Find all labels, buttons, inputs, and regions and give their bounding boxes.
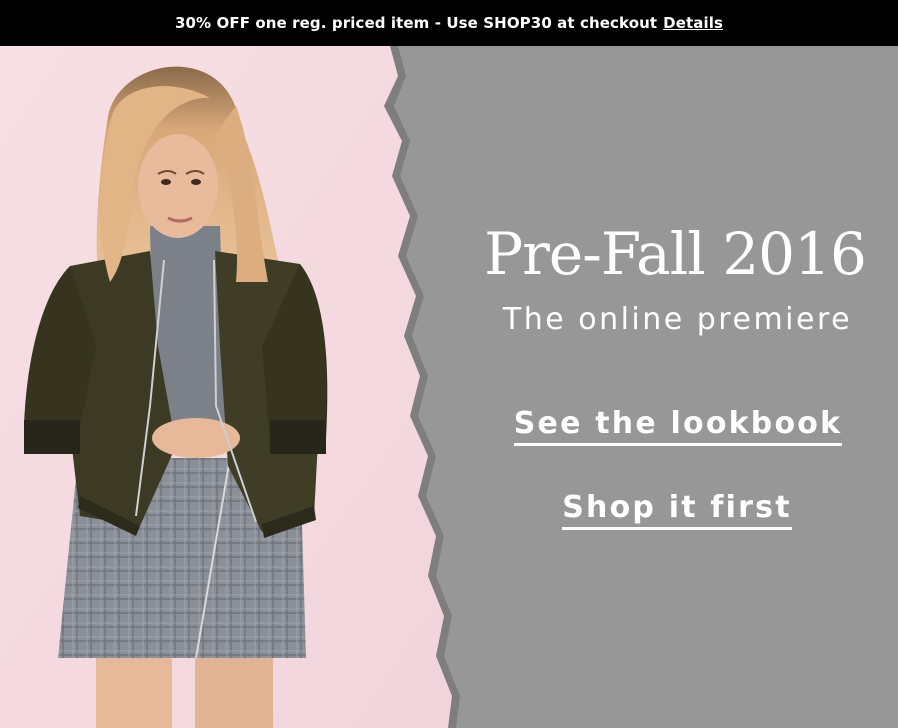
promo-text: 30% OFF one reg. priced item - Use SHOP3… [174,14,658,32]
hero-headline: Pre-Fall 2016 [484,220,867,288]
torn-paper-panel [384,46,898,728]
promo-banner: 30% OFF one reg. priced item - Use SHOP3… [0,0,898,46]
promo-details-link[interactable]: Details [663,14,723,32]
hero-subheadline: The online premiere [502,302,853,337]
see-lookbook-label: See the lookbook [513,406,843,446]
shop-it-first-link[interactable]: Shop it first [540,490,814,530]
see-lookbook-link[interactable]: See the lookbook [490,406,866,446]
shop-it-first-label: Shop it first [562,490,792,530]
hero-banner[interactable]: Pre-Fall 2016 The online premiere See th… [0,46,898,728]
